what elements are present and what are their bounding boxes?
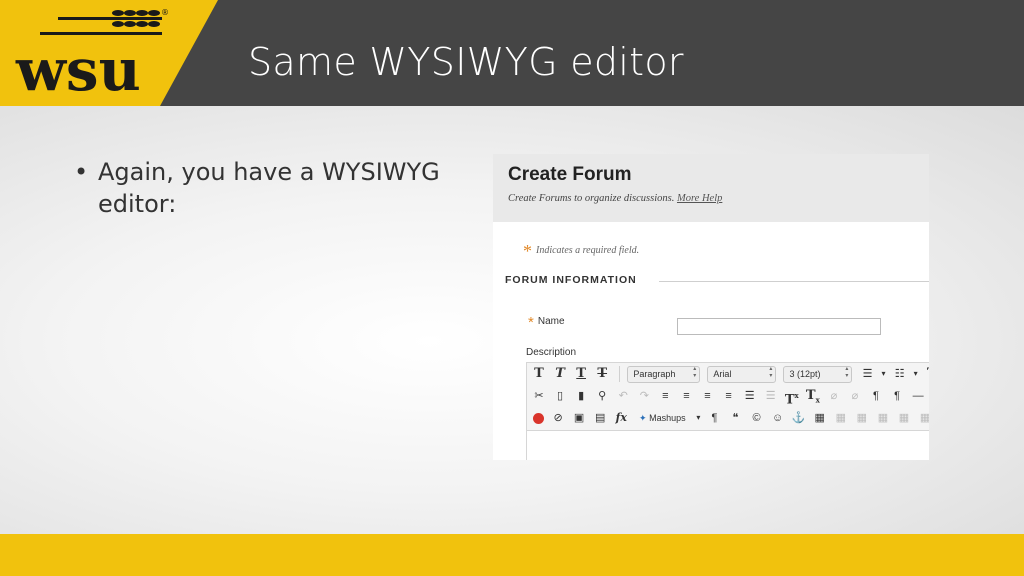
media-icon[interactable]: ▤ <box>592 409 608 427</box>
font-select[interactable]: Arial <box>707 365 777 383</box>
attach-icon[interactable]: ⊘ <box>550 409 566 427</box>
wsu-logo: wsu ® <box>0 0 218 106</box>
copy-icon[interactable]: ▯ <box>552 387 568 405</box>
image-icon[interactable]: ▣ <box>571 409 587 427</box>
mashups-icon: ✦ <box>639 413 647 423</box>
italic-button[interactable]: T <box>552 365 568 383</box>
name-input[interactable] <box>677 318 881 335</box>
indent-icon[interactable]: ☰ <box>742 387 758 405</box>
slide-header: wsu ® Same WYSIWYG editor <box>0 0 1024 106</box>
unlink-icon[interactable]: ⌀ <box>847 387 863 405</box>
bullet-text: Again, you have a WYSIWYG editor: <box>98 158 440 218</box>
required-star-icon: * <box>523 241 532 261</box>
rtl-icon[interactable]: ¶ <box>889 387 905 405</box>
more-help-link[interactable]: More Help <box>677 193 722 204</box>
toolbar-separator <box>619 366 621 382</box>
create-forum-subtitle: Create Forums to organize discussions. M… <box>508 193 722 204</box>
toolbar-row-1: T T T T Paragraph Arial 3 (12pt) ☰ ▾ ☷ ▾… <box>531 365 929 387</box>
search-icon[interactable]: ⚲ <box>594 387 610 405</box>
underline-button[interactable]: T <box>573 365 589 383</box>
registered-mark: ® <box>161 8 169 17</box>
mashups-menu[interactable]: ✦ Mashups <box>634 409 690 427</box>
blockquote-icon[interactable]: ❝ <box>728 409 744 427</box>
paragraph-mark-icon[interactable]: ¶ <box>706 409 722 427</box>
table-cell-icon[interactable]: ▦ <box>875 409 891 427</box>
record-icon[interactable] <box>533 412 544 424</box>
required-star-icon: * <box>528 314 534 331</box>
link-icon[interactable]: ⌀ <box>826 387 842 405</box>
logo-text: wsu <box>15 36 141 104</box>
bullet-list-icon[interactable]: ☰ <box>860 365 876 383</box>
slide-footer <box>0 534 1024 576</box>
subtitle-text: Create Forums to organize discussions. <box>508 193 675 204</box>
undo-icon[interactable]: ↶ <box>615 387 631 405</box>
create-forum-screenshot: Create Forum Create Forums to organize d… <box>493 154 929 460</box>
toolbar-row-3: ⊘ ▣ ▤ fx ✦ Mashups ▾ ¶ ❝ © ☺ ⚓ ▦ ▦ ▦ ▦ ▦… <box>531 409 929 431</box>
font-size-select[interactable]: 3 (12pt) <box>783 365 853 383</box>
name-label-text: Name <box>537 316 565 327</box>
toolbar-row-2: ✂ ▯ ▮ ⚲ ↶ ↷ ≡ ≡ ≡ ≡ ☰ ☰ Tx Tx ⌀ ⌀ ¶ ¶ — … <box>531 387 929 409</box>
table-icon[interactable]: ▦ <box>812 409 828 427</box>
bullet-item: • Again, you have a WYSIWYG editor: <box>74 156 454 220</box>
section-divider <box>659 281 929 282</box>
redo-icon[interactable]: ↷ <box>636 387 652 405</box>
ltr-icon[interactable]: ¶ <box>868 387 884 405</box>
horizontal-rule-icon[interactable]: — <box>910 387 926 405</box>
required-note-text: Indicates a required field. <box>536 245 640 256</box>
subscript-icon[interactable]: Tx <box>805 387 821 405</box>
strikethrough-button[interactable]: T <box>594 365 610 383</box>
align-right-icon[interactable]: ≡ <box>700 387 716 405</box>
paste-icon[interactable]: ▮ <box>573 387 589 405</box>
bold-button[interactable]: T <box>531 365 547 383</box>
align-center-icon[interactable]: ≡ <box>678 387 694 405</box>
text-color-icon[interactable]: T <box>924 365 929 383</box>
numbered-list-icon[interactable]: ☷ <box>892 365 908 383</box>
anchor-icon[interactable]: ⚓ <box>791 409 807 427</box>
screenshot-header: Create Forum Create Forums to organize d… <box>493 154 929 222</box>
table-merge-icon[interactable]: ▦ <box>896 409 912 427</box>
chevron-down-icon[interactable]: ▾ <box>695 409 701 427</box>
superscript-x: x <box>794 391 799 400</box>
superscript-t: T <box>784 392 795 408</box>
name-label: * Name <box>528 314 565 331</box>
copyright-icon[interactable]: © <box>749 409 765 427</box>
emoticon-icon[interactable]: ☺ <box>770 409 786 427</box>
outdent-icon[interactable]: ☰ <box>763 387 779 405</box>
paragraph-select[interactable]: Paragraph <box>627 365 701 383</box>
editor-text-area[interactable] <box>526 430 929 460</box>
mashups-label: Mashups <box>649 413 686 423</box>
section-title: FORUM INFORMATION <box>505 274 637 286</box>
align-left-icon[interactable]: ≡ <box>657 387 673 405</box>
chevron-down-icon[interactable]: ▾ <box>881 365 887 383</box>
slide-title: Same WYSIWYG editor <box>248 40 684 84</box>
chevron-down-icon[interactable]: ▾ <box>913 365 919 383</box>
subscript-x: x <box>815 395 820 405</box>
cut-icon[interactable]: ✂ <box>531 387 547 405</box>
table-col-icon[interactable]: ▦ <box>854 409 870 427</box>
justify-icon[interactable]: ≡ <box>721 387 737 405</box>
bullet-marker: • <box>74 158 89 186</box>
formula-icon[interactable]: fx <box>613 409 629 427</box>
subscript-t: T <box>805 388 816 403</box>
description-label: Description <box>526 347 577 358</box>
superscript-icon[interactable]: Tx <box>784 387 800 408</box>
editor-toolbar: T T T T Paragraph Arial 3 (12pt) ☰ ▾ ☷ ▾… <box>526 362 929 432</box>
table-split-icon[interactable]: ▦ <box>917 409 929 427</box>
required-note: * Indicates a required field. <box>523 241 639 262</box>
table-row-icon[interactable]: ▦ <box>833 409 849 427</box>
create-forum-title: Create Forum <box>508 164 632 185</box>
